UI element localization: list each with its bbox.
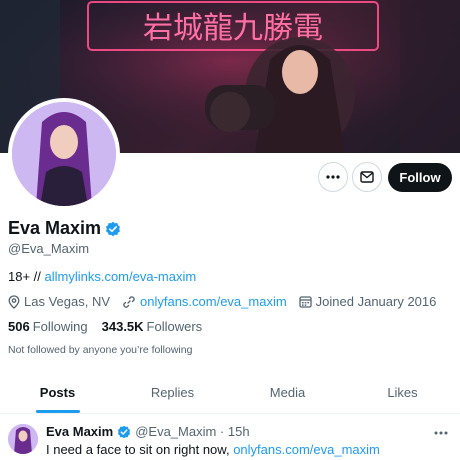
tweet-item[interactable]: Eva Maxim @Eva_Maxim · 15h I need a face… [0, 414, 460, 460]
mail-icon [360, 171, 374, 183]
tweet-handle-time[interactable]: @Eva_Maxim · 15h [135, 424, 249, 439]
tweet-avatar-image [8, 424, 38, 454]
more-options-button[interactable] [318, 162, 348, 192]
avatar-image [12, 102, 116, 206]
followers-label: Followers [146, 319, 203, 334]
message-button[interactable] [352, 162, 382, 192]
tab-replies[interactable]: Replies [115, 371, 230, 413]
tweet-more-button[interactable] [434, 422, 448, 440]
tab-label: Media [269, 384, 306, 400]
verified-badge-icon [118, 425, 131, 438]
calendar-icon [299, 296, 312, 308]
tab-posts[interactable]: Posts [0, 371, 115, 413]
bio-link[interactable]: allmylinks.com/eva-maxim [45, 269, 197, 284]
following-link[interactable]: 506 Following [8, 319, 88, 334]
tweet-link[interactable]: onlyfans.com/eva_maxim [233, 442, 380, 457]
tab-label: Replies [150, 384, 195, 400]
profile-tabs: Posts Replies Media Likes [0, 371, 460, 414]
follow-counts: 506 Following 343.5K Followers [8, 319, 202, 334]
tweet-header: Eva Maxim @Eva_Maxim · 15h [46, 424, 250, 439]
following-count: 506 [8, 319, 30, 334]
tab-likes[interactable]: Likes [345, 371, 460, 413]
verified-badge-icon[interactable] [105, 221, 121, 237]
tweet-avatar[interactable] [8, 424, 38, 454]
tweet-text: I need a face to sit on right now, onlyf… [46, 442, 380, 457]
profile-handle: @Eva_Maxim [8, 241, 90, 256]
website-item: onlyfans.com/eva_maxim [122, 294, 287, 309]
active-tab-indicator [35, 410, 80, 413]
followers-link[interactable]: 343.5K Followers [102, 319, 203, 334]
more-horizontal-icon [326, 175, 340, 179]
more-horizontal-icon [434, 431, 448, 435]
tweet-body: I need a face to sit on right now, [46, 442, 234, 457]
tab-media[interactable]: Media [230, 371, 345, 413]
profile-meta-row: Las Vegas, NV onlyfans.com/eva_maxim Joi… [8, 294, 448, 309]
not-followed-notice: Not followed by anyone you’re following [8, 344, 193, 356]
profile-avatar[interactable] [8, 98, 120, 210]
profile-bio: 18+ // allmylinks.com/eva-maxim [8, 269, 196, 284]
follow-button[interactable]: Follow [388, 163, 452, 192]
joined-text: Joined January 2016 [315, 294, 437, 309]
tab-label: Posts [39, 384, 76, 400]
location-text: Las Vegas, NV [24, 294, 110, 309]
joined-item: Joined January 2016 [299, 294, 437, 309]
location-item: Las Vegas, NV [8, 294, 110, 309]
tab-label: Likes [387, 384, 418, 400]
link-icon [123, 295, 135, 308]
bio-text: 18+ // [8, 269, 45, 284]
location-pin-icon [8, 294, 20, 309]
profile-name-row: Eva Maxim [8, 218, 121, 239]
tweet-author-name[interactable]: Eva Maxim [46, 424, 113, 439]
profile-name: Eva Maxim [8, 218, 102, 238]
followers-count: 343.5K [101, 319, 144, 334]
following-label: Following [32, 319, 88, 334]
website-link[interactable]: onlyfans.com/eva_maxim [140, 294, 287, 309]
